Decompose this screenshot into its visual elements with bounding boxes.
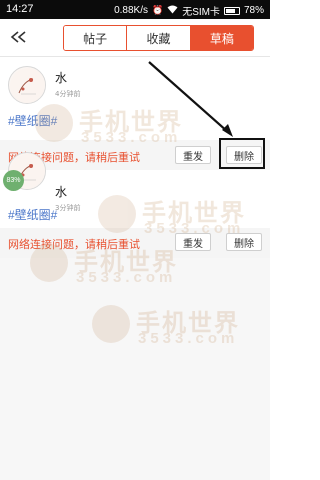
post-tag[interactable]: #壁纸圈# [8, 206, 57, 223]
post-time: 3分钟前 [55, 204, 81, 212]
delete-button[interactable]: 删除 [226, 233, 262, 251]
error-message: 网络连接问题，请稍后重试 [8, 238, 140, 251]
resend-button[interactable]: 重发 [175, 233, 211, 251]
post-author: 水 [55, 185, 68, 199]
highlight-box [219, 138, 265, 169]
empty-area [0, 258, 270, 480]
progress-badge: 83% [3, 170, 24, 191]
